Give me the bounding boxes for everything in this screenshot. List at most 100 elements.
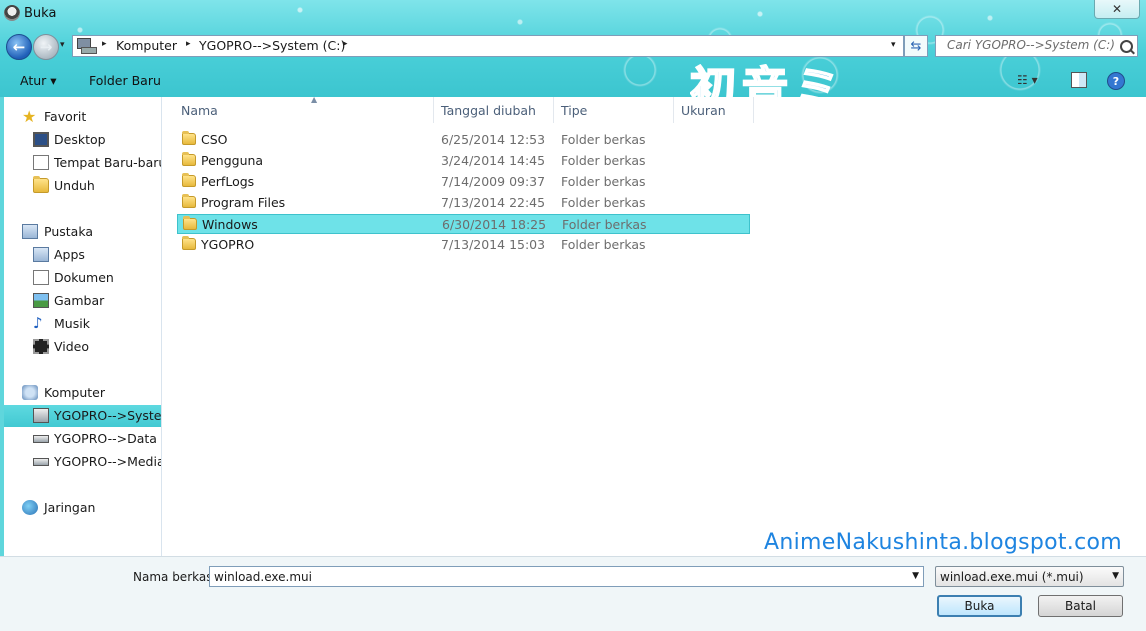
file-type: Folder berkas bbox=[561, 153, 646, 168]
file-row-selected[interactable]: Windows 6/30/2014 18:25 Folder berkas bbox=[177, 214, 750, 234]
column-header-label: Ukuran bbox=[681, 103, 726, 118]
documents-icon bbox=[33, 270, 49, 285]
sidebar-item-favorites[interactable]: ★ Favorit bbox=[4, 106, 161, 128]
sidebar-item-system-drive[interactable]: YGOPRO-->System (C:) bbox=[4, 405, 161, 427]
folder-icon bbox=[182, 194, 196, 208]
column-header-name[interactable]: Nama ▲ bbox=[174, 95, 434, 123]
hard-drive-icon bbox=[33, 435, 49, 443]
breadcrumb-komputer[interactable]: Komputer bbox=[116, 38, 177, 53]
search-placeholder: Cari YGOPRO-->System (C:) bbox=[947, 38, 1115, 52]
sidebar-item-computer[interactable]: Komputer bbox=[4, 382, 161, 404]
folder-icon bbox=[182, 152, 196, 166]
file-row[interactable]: YGOPRO 7/13/2014 15:03 Folder berkas bbox=[177, 235, 750, 255]
filename-value: winload.exe.mui bbox=[214, 570, 312, 584]
breadcrumb-separator[interactable]: ▸ bbox=[343, 39, 348, 49]
pictures-icon bbox=[33, 293, 49, 308]
chevron-down-icon[interactable]: ▼ bbox=[1112, 571, 1119, 581]
downloads-folder-icon bbox=[33, 176, 49, 193]
help-button[interactable]: ? bbox=[1107, 72, 1125, 90]
file-name: Program Files bbox=[201, 195, 286, 210]
navigation-pane[interactable]: ★ Favorit Desktop Tempat Baru-baru ini U… bbox=[4, 97, 162, 556]
file-row[interactable]: Program Files 7/13/2014 22:45 Folder ber… bbox=[177, 193, 750, 213]
file-type: Folder berkas bbox=[561, 195, 646, 210]
sidebar-item-label: Video bbox=[54, 339, 90, 354]
sidebar-item-label: Pustaka bbox=[44, 224, 93, 239]
filename-label: Nama berkas: bbox=[133, 570, 217, 584]
change-view-button[interactable]: ☷ ▾ bbox=[1017, 73, 1038, 87]
file-row[interactable]: Pengguna 3/24/2014 14:45 Folder berkas bbox=[177, 151, 750, 171]
filetype-select[interactable]: winload.exe.mui (*.mui) ▼ bbox=[935, 566, 1124, 587]
cancel-button[interactable]: Batal bbox=[1038, 595, 1123, 617]
file-list[interactable]: Nama ▲ Tanggal diubah Tipe Ukuran CSO 6/… bbox=[162, 95, 1146, 556]
sidebar-item-label: YGOPRO-->System (C:) bbox=[54, 408, 162, 423]
folder-icon bbox=[182, 131, 196, 145]
file-date: 7/14/2009 09:37 bbox=[441, 174, 546, 189]
sidebar-item-apps[interactable]: Apps bbox=[4, 244, 161, 266]
sidebar-item-media-drive[interactable]: YGOPRO-->Media (E:) bbox=[4, 451, 161, 473]
recent-pages-dropdown[interactable]: ▾ bbox=[60, 40, 65, 50]
folder-icon bbox=[182, 173, 196, 187]
column-header-type[interactable]: Tipe bbox=[554, 97, 674, 123]
recent-places-icon bbox=[33, 155, 49, 170]
refresh-button[interactable]: ⇆ bbox=[904, 35, 928, 57]
folder-icon bbox=[182, 236, 196, 250]
system-drive-icon bbox=[33, 408, 49, 423]
back-button[interactable]: ← bbox=[6, 34, 32, 60]
address-bar[interactable]: ▸ Komputer ▸ YGOPRO-->System (C:) ▸ ▾ bbox=[72, 35, 904, 57]
column-header-size[interactable]: Ukuran bbox=[674, 97, 754, 123]
sidebar-item-network[interactable]: Jaringan bbox=[4, 497, 161, 519]
file-date: 7/13/2014 22:45 bbox=[441, 195, 546, 210]
organize-menu[interactable]: Atur ▾ bbox=[20, 73, 57, 88]
column-header-label: Tipe bbox=[561, 103, 588, 118]
breadcrumb-separator[interactable]: ▸ bbox=[102, 39, 107, 49]
sidebar-item-label: Komputer bbox=[44, 385, 105, 400]
sidebar-item-libraries[interactable]: Pustaka bbox=[4, 221, 161, 243]
chevron-down-icon[interactable]: ▼ bbox=[912, 571, 919, 581]
file-type: Folder berkas bbox=[561, 174, 646, 189]
hard-drive-icon bbox=[33, 458, 49, 466]
sidebar-item-label: Apps bbox=[54, 247, 85, 262]
sidebar-item-label: Musik bbox=[54, 316, 90, 331]
sidebar-item-videos[interactable]: Video bbox=[4, 336, 161, 358]
sidebar-item-music[interactable]: ♪ Musik bbox=[4, 313, 161, 335]
theme-banner-art: 初音ミク bbox=[690, 64, 890, 97]
sidebar-item-documents[interactable]: Dokumen bbox=[4, 267, 161, 289]
open-button[interactable]: Buka bbox=[937, 595, 1022, 617]
star-icon: ★ bbox=[22, 107, 37, 126]
search-icon[interactable] bbox=[1120, 40, 1133, 53]
sort-ascending-icon: ▲ bbox=[311, 95, 318, 104]
network-globe-icon bbox=[22, 500, 38, 515]
preview-pane-icon[interactable] bbox=[1071, 72, 1087, 88]
folder-icon bbox=[183, 216, 197, 230]
app-icon bbox=[4, 5, 20, 21]
address-dropdown-button[interactable]: ▾ bbox=[891, 40, 896, 50]
file-row[interactable]: PerfLogs 7/14/2009 09:37 Folder berkas bbox=[177, 172, 750, 192]
sidebar-item-downloads[interactable]: Unduh bbox=[4, 175, 161, 197]
breadcrumb-separator[interactable]: ▸ bbox=[186, 39, 191, 49]
sidebar-item-label: Favorit bbox=[44, 109, 87, 124]
sidebar-item-label: YGOPRO-->Media (E:) bbox=[54, 454, 162, 469]
sidebar-item-label: Unduh bbox=[54, 178, 95, 193]
search-input[interactable]: Cari YGOPRO-->System (C:) bbox=[935, 35, 1138, 57]
sidebar-item-label: Jaringan bbox=[44, 500, 96, 515]
file-date: 6/30/2014 18:25 bbox=[442, 217, 547, 232]
sidebar-item-label: Dokumen bbox=[54, 270, 114, 285]
sidebar-item-desktop[interactable]: Desktop bbox=[4, 129, 161, 151]
sidebar-item-pictures[interactable]: Gambar bbox=[4, 290, 161, 312]
file-name: YGOPRO bbox=[201, 237, 255, 252]
close-button[interactable]: ✕ bbox=[1094, 0, 1140, 19]
breadcrumb-system-drive[interactable]: YGOPRO-->System (C:) bbox=[199, 38, 345, 53]
new-folder-button[interactable]: Folder Baru bbox=[89, 73, 161, 88]
column-header-date[interactable]: Tanggal diubah bbox=[434, 97, 554, 123]
sidebar-item-data-drive[interactable]: YGOPRO-->Data (D:) bbox=[4, 428, 161, 450]
computer-icon bbox=[22, 385, 38, 400]
sidebar-item-recent-places[interactable]: Tempat Baru-baru ini bbox=[4, 152, 161, 174]
film-strip-icon bbox=[33, 339, 49, 354]
file-name: CSO bbox=[201, 132, 228, 147]
file-name: Pengguna bbox=[201, 153, 264, 168]
forward-button[interactable]: → bbox=[33, 34, 59, 60]
sidebar-item-label: Tempat Baru-baru ini bbox=[54, 155, 162, 170]
blog-watermark: AnimeNakushinta.blogspot.com bbox=[764, 530, 1122, 555]
file-row[interactable]: CSO 6/25/2014 12:53 Folder berkas bbox=[177, 130, 750, 150]
filename-input[interactable]: winload.exe.mui ▼ bbox=[209, 566, 924, 587]
